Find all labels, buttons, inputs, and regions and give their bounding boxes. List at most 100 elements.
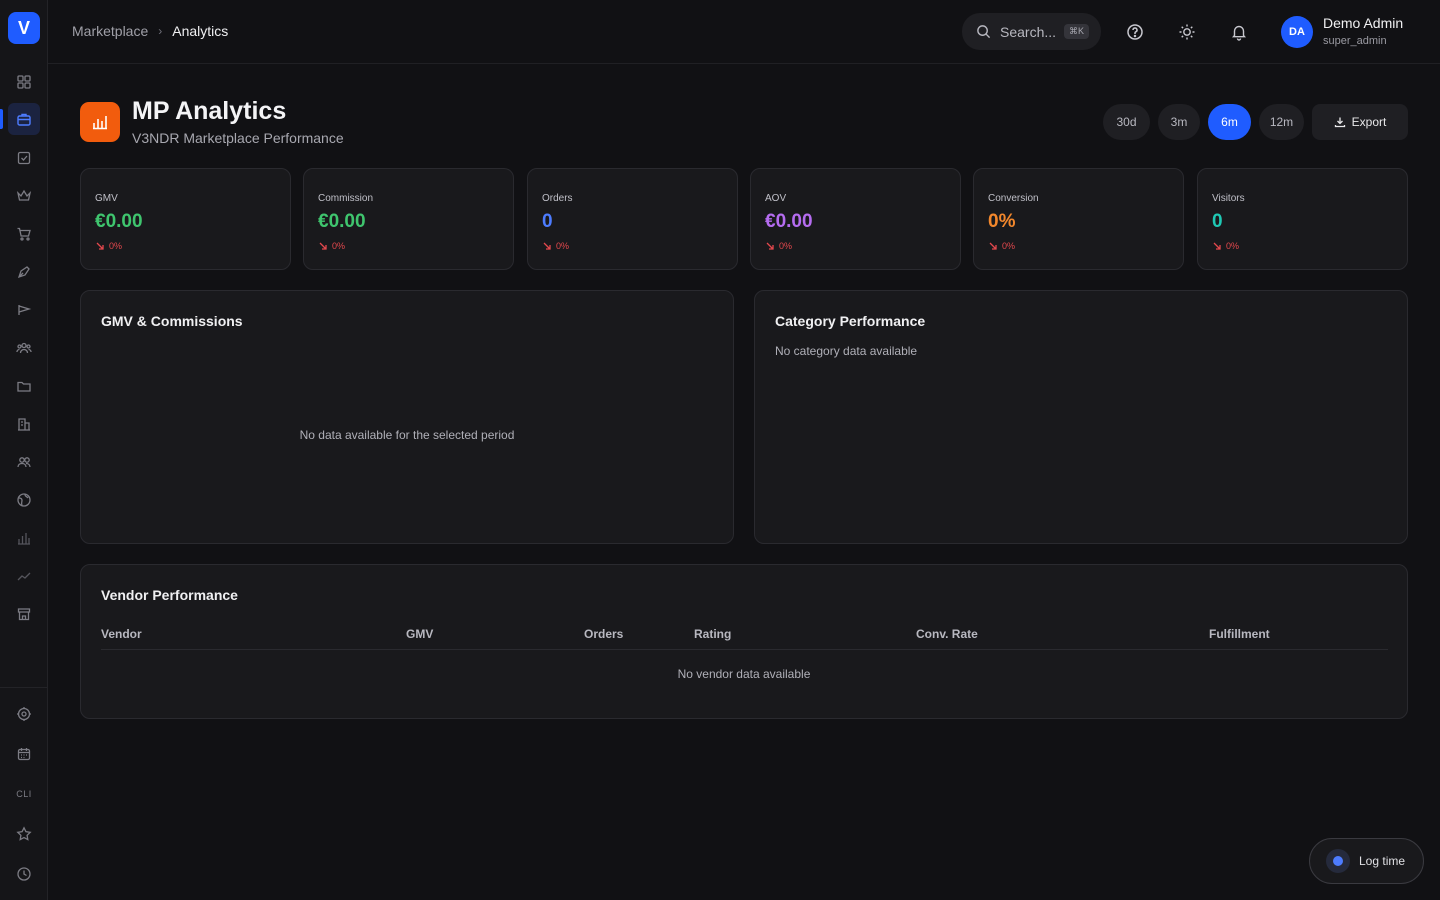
kpi-label: AOV	[765, 193, 787, 204]
column-header-rating[interactable]: Rating	[694, 627, 731, 641]
users-icon[interactable]	[12, 336, 36, 360]
column-header-gmv[interactable]: GMV	[406, 627, 433, 641]
megaphone-icon[interactable]	[12, 298, 36, 322]
kpi-card-visitors: Visitors 0 0%	[1197, 168, 1408, 270]
breadcrumb-marketplace[interactable]: Marketplace	[72, 23, 148, 39]
breadcrumb-analytics: Analytics	[172, 23, 229, 39]
category-performance-panel: Category Performance No category data av…	[754, 290, 1408, 544]
pen-tool-icon[interactable]	[12, 260, 36, 284]
kpi-label: GMV	[95, 193, 118, 204]
range-12m-button[interactable]: 12m	[1259, 104, 1304, 140]
kpi-card-gmv: GMV €0.00 0%	[80, 168, 291, 270]
kpi-value: €0.00	[95, 211, 143, 232]
kpi-delta: 0%	[318, 241, 345, 251]
panel-title: Category Performance	[775, 313, 926, 329]
kpi-value: 0	[1212, 211, 1223, 232]
breadcrumb: Marketplace › Analytics	[72, 23, 228, 39]
kpi-card-aov: AOV €0.00 0%	[750, 168, 961, 270]
kpi-card-commission: Commission €0.00 0%	[303, 168, 514, 270]
column-header-conv-rate[interactable]: Conv. Rate	[916, 627, 978, 641]
arrow-down-right-icon	[96, 242, 104, 250]
cli-button[interactable]: CLI	[12, 782, 36, 806]
empty-state: No vendor data available	[677, 667, 811, 681]
gear-icon[interactable]	[12, 702, 36, 726]
table-divider	[101, 649, 1388, 650]
user-role: super_admin	[1323, 35, 1387, 47]
briefcase-icon[interactable]	[8, 103, 40, 135]
search-placeholder: Search...	[1000, 23, 1057, 40]
column-header-orders[interactable]: Orders	[584, 627, 623, 641]
folder-icon[interactable]	[12, 374, 36, 398]
kpi-label: Conversion	[988, 193, 1039, 204]
log-time-label: Log time	[1359, 854, 1406, 868]
active-indicator	[0, 109, 3, 129]
kpi-card-orders: Orders 0 0%	[527, 168, 738, 270]
kpi-delta-value: 0%	[1226, 241, 1240, 251]
kpi-label: Orders	[542, 193, 573, 204]
bar-chart-icon[interactable]	[12, 526, 36, 550]
range-6m-button[interactable]: 6m	[1208, 104, 1251, 140]
store-icon[interactable]	[12, 602, 36, 626]
panel-title: Vendor Performance	[101, 587, 238, 603]
avatar[interactable]: DA	[1281, 16, 1313, 48]
chevron-right-icon: ›	[158, 24, 163, 38]
cart-icon[interactable]	[12, 222, 36, 246]
log-time-button[interactable]: Log time	[1309, 838, 1424, 884]
kpi-delta-value: 0%	[1002, 241, 1016, 251]
building-icon[interactable]	[12, 412, 36, 436]
kpi-delta: 0%	[765, 241, 792, 251]
check-square-icon[interactable]	[12, 146, 36, 170]
empty-state: No data available for the selected perio…	[299, 428, 515, 442]
kpi-value: 0	[542, 211, 553, 232]
kpi-label: Visitors	[1212, 193, 1245, 204]
column-header-vendor[interactable]: Vendor	[101, 627, 142, 641]
user-name[interactable]: Demo Admin	[1323, 15, 1403, 31]
crown-icon[interactable]	[12, 184, 36, 208]
range-3m-button[interactable]: 3m	[1158, 104, 1200, 140]
arrow-down-right-icon	[319, 242, 327, 250]
kpi-value: €0.00	[318, 211, 366, 232]
globe-icon[interactable]	[12, 488, 36, 512]
kpi-delta-value: 0%	[332, 241, 346, 251]
app-logo[interactable]: V	[8, 12, 40, 44]
panel-title: GMV & Commissions	[101, 313, 243, 329]
timer-icon	[1326, 849, 1350, 873]
kpi-delta: 0%	[1212, 241, 1239, 251]
column-header-fulfillment[interactable]: Fulfillment	[1209, 627, 1270, 641]
grid-icon[interactable]	[12, 70, 36, 94]
empty-state: No category data available	[775, 344, 918, 358]
kpi-value: €0.00	[765, 211, 813, 232]
search-input[interactable]: Search... ⌘K	[962, 13, 1101, 50]
vendor-performance-panel: Vendor Performance Vendor GMV Orders Rat…	[80, 564, 1408, 719]
sidebar: V CLI	[0, 0, 48, 900]
team-icon[interactable]	[12, 450, 36, 474]
kpi-delta: 0%	[988, 241, 1015, 251]
arrow-down-right-icon	[989, 242, 997, 250]
top-header: Marketplace › Analytics Search... ⌘K DA …	[48, 0, 1440, 64]
clock-icon[interactable]	[12, 862, 36, 886]
sidebar-divider	[0, 687, 48, 688]
sun-icon[interactable]	[1177, 22, 1197, 42]
calendar-icon[interactable]	[12, 742, 36, 766]
star-icon[interactable]	[12, 822, 36, 846]
export-button[interactable]: Export	[1312, 104, 1408, 140]
arrow-down-right-icon	[766, 242, 774, 250]
kpi-value: 0%	[988, 211, 1016, 232]
kpi-delta-value: 0%	[556, 241, 570, 251]
kpi-card-conversion: Conversion 0% 0%	[973, 168, 1184, 270]
search-icon	[977, 25, 991, 39]
kpi-label: Commission	[318, 193, 374, 204]
help-icon[interactable]	[1125, 22, 1145, 42]
download-icon	[1334, 117, 1345, 128]
arrow-down-right-icon	[1213, 242, 1221, 250]
kpi-delta: 0%	[95, 241, 122, 251]
kpi-delta-value: 0%	[109, 241, 123, 251]
range-30d-button[interactable]: 30d	[1103, 104, 1150, 140]
trend-icon[interactable]	[12, 564, 36, 588]
arrow-down-right-icon	[543, 242, 551, 250]
kpi-delta-value: 0%	[779, 241, 793, 251]
page-subtitle: V3NDR Marketplace Performance	[132, 130, 344, 146]
search-shortcut: ⌘K	[1064, 24, 1090, 39]
bell-icon[interactable]	[1229, 22, 1249, 42]
analytics-icon	[80, 102, 120, 142]
